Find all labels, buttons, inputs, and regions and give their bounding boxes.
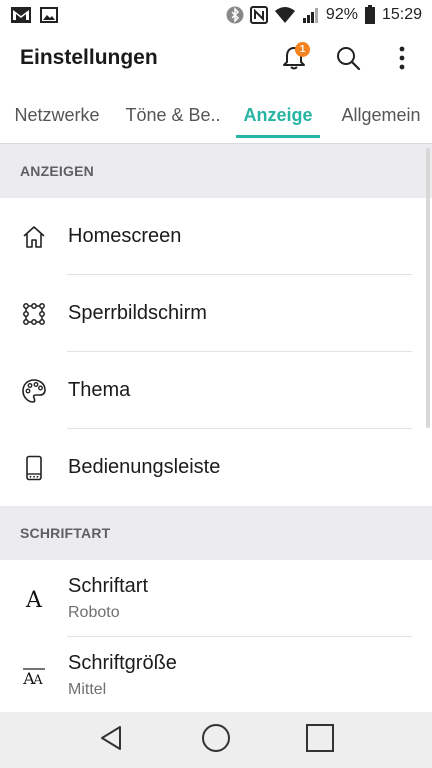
list-item-label: Homescreen [68, 225, 182, 247]
search-button[interactable] [328, 40, 368, 80]
section-header-schriftart: SCHRIFTART [20, 525, 111, 541]
search-icon [334, 44, 362, 77]
battery-icon [364, 5, 376, 25]
section-schriftart: A Schriftart Roboto AA Schriftgröße Mitt… [0, 560, 432, 712]
app-bar-actions: 1 [274, 40, 422, 80]
battery-percent: 92% [325, 6, 358, 23]
home-circle-icon [201, 723, 231, 758]
gmail-notification-icon [10, 6, 32, 24]
notifications-button[interactable]: 1 [274, 40, 314, 80]
list-item-label: Thema [68, 379, 131, 401]
list-item-schriftgroesse[interactable]: AA Schriftgröße Mittel [0, 637, 432, 712]
system-navigation-bar [0, 712, 432, 768]
tab-allgemein[interactable]: Allgemein [330, 88, 432, 143]
navigation-bar-icon [20, 454, 48, 482]
settings-tabs: Netzwerke Töne & Be.. Anzeige Allgemein [0, 88, 432, 144]
status-bar-notifications [10, 6, 58, 24]
status-bar-system: 92% 15:29 [226, 5, 422, 25]
image-notification-icon [40, 7, 58, 23]
home-icon [20, 223, 48, 251]
list-item-label: Schriftart [68, 575, 149, 597]
signal-icon [302, 6, 320, 24]
app-bar: Einstellungen 1 [0, 32, 432, 88]
wifi-icon [274, 6, 296, 24]
home-button[interactable] [188, 712, 244, 768]
clock: 15:29 [381, 6, 422, 23]
list-item-thema[interactable]: Thema [0, 352, 432, 429]
font-size-icon: AA [20, 662, 48, 690]
recents-icon [305, 723, 335, 758]
section-header-anzeigen: ANZEIGEN [20, 163, 94, 179]
svg-text:A: A [32, 673, 43, 688]
list-item-sperrbildschirm[interactable]: Sperrbildschirm [0, 275, 432, 352]
back-button[interactable] [84, 712, 140, 768]
more-vert-icon [398, 45, 406, 76]
list-item-homescreen[interactable]: Homescreen [0, 198, 432, 275]
recents-button[interactable] [292, 712, 348, 768]
list-item-bedienungsleiste[interactable]: Bedienungsleiste [0, 429, 432, 506]
more-options-button[interactable] [382, 40, 422, 80]
tab-anzeige[interactable]: Anzeige [236, 88, 320, 143]
settings-list[interactable]: ANZEIGEN Homescreen Sperrbildschirm Them… [0, 144, 432, 712]
list-item-schriftart[interactable]: A Schriftart Roboto [0, 560, 432, 637]
section-anzeigen: Homescreen Sperrbildschirm Thema Bedienu… [0, 198, 432, 506]
svg-text:A: A [25, 588, 43, 612]
back-icon [98, 724, 126, 757]
list-item-label: Bedienungsleiste [68, 456, 221, 478]
list-item-label: Sperrbildschirm [68, 302, 207, 324]
list-item-value: Roboto [68, 604, 120, 621]
bluetooth-icon [226, 6, 244, 24]
font-icon: A [20, 585, 48, 613]
list-item-value: Mittel [68, 681, 107, 698]
tab-toene[interactable]: Töne & Be.. [114, 88, 232, 143]
page-title: Einstellungen [20, 46, 158, 69]
list-item-label: Schriftgröße [68, 652, 177, 674]
tab-netzwerke[interactable]: Netzwerke [0, 88, 114, 143]
palette-icon [20, 377, 48, 405]
lock-screen-icon [20, 300, 48, 328]
notification-badge: 1 [295, 42, 310, 57]
nfc-icon [249, 6, 268, 24]
status-bar: 92% 15:29 [0, 0, 432, 32]
